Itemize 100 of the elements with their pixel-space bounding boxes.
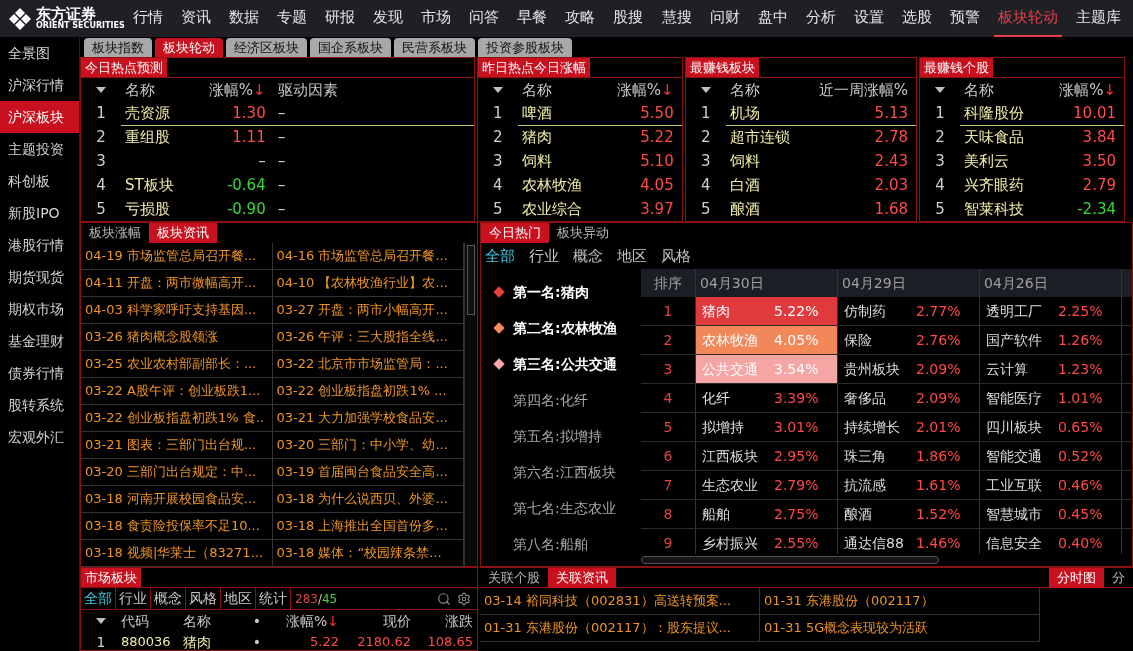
ranking-cell[interactable]: 生态农业 2.79%	[696, 471, 838, 499]
sheet-tab[interactable]: 经济区板块	[226, 38, 307, 57]
news-link[interactable]: 03-22 创业板指盘初跌1% 食..	[85, 408, 264, 428]
ranking-cell[interactable]: 保险 2.76%	[838, 326, 980, 354]
sheet-tab[interactable]: 国企系板块	[310, 38, 391, 57]
ranking-cell[interactable]: 化纤 3.39%	[696, 384, 838, 412]
table-row[interactable]: 机场 5.13	[725, 101, 916, 126]
news-link[interactable]: 03-26 午评：三大股指全线...	[276, 327, 448, 347]
menu-item[interactable]: 股搜	[609, 0, 648, 37]
sidebar-item[interactable]: 新股IPO	[0, 197, 79, 229]
menu-item[interactable]: 慧搜	[657, 0, 696, 37]
news-link[interactable]: 03-22 北京市市场监管局：...	[276, 354, 448, 374]
table-row[interactable]: 科隆股份 10.01	[960, 101, 1124, 126]
panel-tab[interactable]: 板块异动	[549, 223, 617, 243]
scrollbar[interactable]	[464, 243, 477, 566]
menu-item[interactable]: 分析	[801, 0, 840, 37]
news-link[interactable]: 03-14 裕同科技（002831）高送转预案...	[484, 591, 731, 611]
filter-tab[interactable]: 风格	[661, 244, 691, 268]
news-link[interactable]: 03-21 大力加强学校食品安...	[276, 408, 448, 428]
table-row[interactable]: ST板块 -0.64 –	[121, 173, 474, 198]
ranking-item[interactable]: 第三名:公共交通	[513, 353, 617, 375]
menu-item[interactable]: 专题	[273, 0, 312, 37]
news-link[interactable]: 04-10 【农林牧渔行业】农...	[276, 273, 448, 293]
table-row[interactable]: 农业综合 3.97	[517, 197, 682, 221]
panel-tab[interactable]: 关联个股	[480, 568, 548, 588]
ranking-cell[interactable]: 国产软件 1.26%	[980, 326, 1122, 354]
menu-item[interactable]: 问答	[465, 0, 504, 37]
ranking-item[interactable]: 第二名:农林牧渔	[513, 317, 617, 339]
caret-icon[interactable]	[96, 86, 106, 93]
filter-tab[interactable]: 地区	[617, 244, 647, 268]
ranking-item[interactable]: 第七名:生态农业	[513, 497, 616, 519]
ranking-cell[interactable]: 贵州板块 2.09%	[838, 355, 980, 383]
menu-item[interactable]: 资讯	[177, 0, 216, 37]
news-link[interactable]: 03-18 媒体：“校园辣条禁...	[276, 543, 442, 563]
sidebar-item[interactable]: 期权市场	[0, 293, 79, 325]
ranking-cell[interactable]: 船舶 2.75%	[696, 500, 838, 528]
menu-item[interactable]: 盘中	[753, 0, 792, 37]
table-row[interactable]: 酿酒 1.68	[725, 197, 916, 221]
menu-item[interactable]: 市场	[417, 0, 456, 37]
table-row[interactable]: 壳资源 1.30 –	[121, 101, 474, 126]
sidebar-item[interactable]: 债券行情	[0, 357, 79, 389]
news-link[interactable]: 03-18 河南开展校园食品安...	[85, 489, 257, 509]
ranking-cell[interactable]: 透明工厂 2.25%	[980, 297, 1122, 325]
ranking-cell[interactable]: 工业互联 0.46%	[980, 471, 1122, 499]
menu-item[interactable]: 攻略	[561, 0, 600, 37]
ranking-item[interactable]: 第五名:拟增持	[513, 425, 602, 447]
menu-item[interactable]: 发现	[369, 0, 408, 37]
sheet-tab[interactable]: 民营系板块	[394, 38, 475, 57]
ranking-cell[interactable]: 仿制药 2.77%	[838, 297, 980, 325]
table-row[interactable]: 美利云 3.50	[960, 149, 1124, 174]
menu-item[interactable]: 选股	[897, 0, 936, 37]
ranking-cell[interactable]: 酿酒 1.52%	[838, 500, 980, 528]
sidebar-item[interactable]: 港股行情	[0, 229, 79, 261]
ranking-cell[interactable]: 奢侈品 2.09%	[838, 384, 980, 412]
table-row[interactable]: 重组股 1.11 –	[121, 125, 474, 150]
sidebar-item[interactable]: 期货现货	[0, 261, 79, 293]
caret-icon[interactable]	[935, 86, 945, 93]
news-link[interactable]: 03-27 开盘：两市小幅高开...	[276, 300, 448, 320]
search-icon[interactable]	[437, 591, 451, 606]
table-row[interactable]: 超市连锁 2.78	[725, 125, 916, 150]
table-row[interactable]: 智莱科技 -2.34	[960, 197, 1124, 221]
panel-tab[interactable]: 关联资讯	[548, 568, 616, 588]
news-link[interactable]: 04-19 市场监管总局召开餐...	[85, 246, 257, 266]
table-row[interactable]: 白酒 2.03	[725, 173, 916, 198]
news-link[interactable]: 03-20 三部门：中小学、幼...	[276, 435, 448, 455]
filter-tab[interactable]: 地区	[221, 588, 256, 609]
news-link[interactable]: 03-22 创业板指盘初跌1% ...	[276, 381, 447, 401]
news-link[interactable]: 04-16 市场监管总局召开餐...	[276, 246, 448, 266]
ranking-cell[interactable]: 智能医疗 1.01%	[980, 384, 1122, 412]
table-row[interactable]: 啤酒 5.50	[517, 101, 682, 126]
menu-item[interactable]: 数据	[225, 0, 264, 37]
ranking-cell[interactable]: 四川板块 0.65%	[980, 413, 1122, 441]
filter-tab[interactable]: 全部	[81, 588, 116, 609]
menu-item[interactable]: 板块轮动	[993, 0, 1062, 37]
news-link[interactable]: 03-18 为什么说西贝、外婆...	[276, 489, 448, 509]
sidebar-item[interactable]: 沪深板块	[0, 101, 79, 133]
menu-item[interactable]: 主题库	[1071, 0, 1125, 37]
table-row[interactable]: 兴齐眼药 2.79	[960, 173, 1124, 198]
ranking-item[interactable]: 第八名:船舶	[513, 533, 588, 555]
menu-item[interactable]: 行情	[129, 0, 167, 37]
sidebar-item[interactable]: 科创板	[0, 165, 79, 197]
news-link[interactable]: 03-18 上海推出全国首份多...	[276, 516, 448, 536]
news-link[interactable]: 01-31 东港股份（002117）	[764, 591, 934, 611]
filter-tab[interactable]: 风格	[186, 588, 221, 609]
table-row[interactable]: 饲料 2.43	[725, 149, 916, 174]
news-link[interactable]: 03-22 A股午评：创业板跌1...	[85, 381, 261, 401]
filter-tab[interactable]: 统计	[256, 588, 291, 609]
caret-icon[interactable]	[492, 86, 503, 93]
panel-tab[interactable]: 分时图	[1049, 568, 1104, 588]
filter-tab[interactable]: 全部	[485, 244, 515, 268]
news-link[interactable]: 04-03 科学家呼吁支持基因...	[85, 300, 257, 320]
panel-tab[interactable]: 板块资讯	[149, 223, 217, 243]
sheet-tab[interactable]: 板块轮动	[155, 38, 223, 57]
menu-item[interactable]: 设置	[849, 0, 888, 37]
sidebar-item[interactable]: 全景图	[0, 37, 79, 69]
panel-tab[interactable]: 今日热门	[481, 223, 549, 243]
ranking-item[interactable]: 第一名:猪肉	[513, 281, 589, 303]
news-link[interactable]: 03-18 视频|华莱士（83271...	[85, 543, 264, 563]
menu-item[interactable]: 问财	[705, 0, 744, 37]
ranking-item[interactable]: 第四名:化纤	[513, 389, 588, 411]
